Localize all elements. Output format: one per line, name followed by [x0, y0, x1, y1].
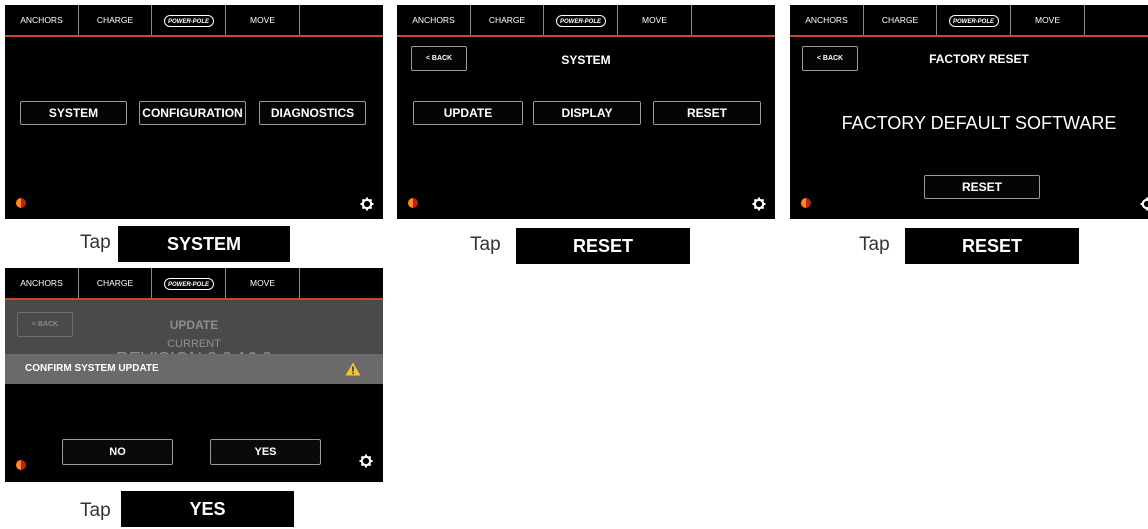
warning-icon [345, 362, 361, 376]
power-pole-logo: POWER-POLE [555, 15, 606, 27]
tab-move[interactable]: MOVE [1011, 5, 1085, 35]
tab-charge[interactable]: CHARGE [864, 5, 937, 35]
contrast-icon[interactable] [16, 460, 26, 470]
step-4-tap-label: Tap [80, 500, 111, 521]
power-pole-logo: POWER-POLE [948, 15, 999, 27]
step-1-button: SYSTEM [118, 226, 290, 262]
step-1-tap-label: Tap [80, 232, 111, 253]
step-2-button: RESET [516, 228, 690, 264]
top-nav: ANCHORS CHARGE POWER-POLE MOVE [790, 5, 1148, 37]
gear-icon[interactable] [752, 197, 766, 211]
screen-confirm-update: ANCHORS CHARGE POWER-POLE MOVE < BACK UP… [5, 268, 383, 482]
tab-charge[interactable]: CHARGE [471, 5, 544, 35]
gear-icon[interactable] [360, 197, 374, 211]
display-button[interactable]: DISPLAY [533, 101, 641, 125]
page-title: FACTORY RESET [929, 52, 1029, 66]
tab-anchors[interactable]: ANCHORS [5, 268, 79, 298]
tab-move[interactable]: MOVE [226, 5, 300, 35]
step-2-tap-label: Tap [470, 234, 501, 255]
screen-main-menu: ANCHORS CHARGE POWER-POLE MOVE SYSTEM CO… [5, 5, 383, 219]
configuration-button[interactable]: CONFIGURATION [139, 101, 246, 125]
diagnostics-button[interactable]: DIAGNOSTICS [259, 101, 366, 125]
reset-button[interactable]: RESET [653, 101, 761, 125]
tab-move[interactable]: MOVE [226, 268, 300, 298]
confirm-title: CONFIRM SYSTEM UPDATE [25, 363, 159, 374]
power-pole-logo: POWER-POLE [163, 15, 214, 27]
page-title: UPDATE [169, 318, 219, 332]
power-pole-logo: POWER-POLE [163, 278, 214, 290]
system-button[interactable]: SYSTEM [20, 101, 127, 125]
tab-power-pole-logo[interactable]: POWER-POLE [544, 5, 618, 35]
gear-icon[interactable] [1140, 197, 1148, 211]
tab-empty[interactable] [1085, 5, 1148, 35]
contrast-icon[interactable] [16, 198, 26, 208]
tab-move[interactable]: MOVE [618, 5, 692, 35]
tab-empty[interactable] [692, 5, 775, 35]
top-nav: ANCHORS CHARGE POWER-POLE MOVE [5, 268, 383, 300]
gear-icon[interactable] [359, 454, 373, 468]
tab-anchors[interactable]: ANCHORS [790, 5, 864, 35]
step-3-tap-label: Tap [859, 234, 890, 255]
tab-anchors[interactable]: ANCHORS [5, 5, 79, 35]
update-button[interactable]: UPDATE [413, 101, 523, 125]
tab-anchors[interactable]: ANCHORS [397, 5, 471, 35]
step-4-button: YES [121, 491, 294, 527]
tab-empty[interactable] [300, 5, 383, 35]
contrast-icon[interactable] [801, 198, 811, 208]
top-nav: ANCHORS CHARGE POWER-POLE MOVE [5, 5, 383, 37]
tab-charge[interactable]: CHARGE [79, 268, 152, 298]
top-nav: ANCHORS CHARGE POWER-POLE MOVE [397, 5, 775, 37]
factory-default-message: FACTORY DEFAULT SOFTWARE [841, 113, 1117, 133]
confirm-dialog-header: CONFIRM SYSTEM UPDATE [5, 354, 383, 384]
reset-button[interactable]: RESET [924, 175, 1040, 199]
step-3-button: RESET [905, 228, 1079, 264]
tab-power-pole-logo[interactable]: POWER-POLE [152, 268, 226, 298]
yes-button[interactable]: YES [210, 439, 321, 465]
tab-empty[interactable] [300, 268, 383, 298]
no-button[interactable]: NO [62, 439, 173, 465]
tab-power-pole-logo[interactable]: POWER-POLE [152, 5, 226, 35]
tab-power-pole-logo[interactable]: POWER-POLE [937, 5, 1011, 35]
screen-factory-reset: ANCHORS CHARGE POWER-POLE MOVE < BACK FA… [790, 5, 1148, 219]
tab-charge[interactable]: CHARGE [79, 5, 152, 35]
page-title: SYSTEM [561, 53, 611, 67]
contrast-icon[interactable] [408, 198, 418, 208]
screen-system: ANCHORS CHARGE POWER-POLE MOVE < BACK SY… [397, 5, 775, 219]
